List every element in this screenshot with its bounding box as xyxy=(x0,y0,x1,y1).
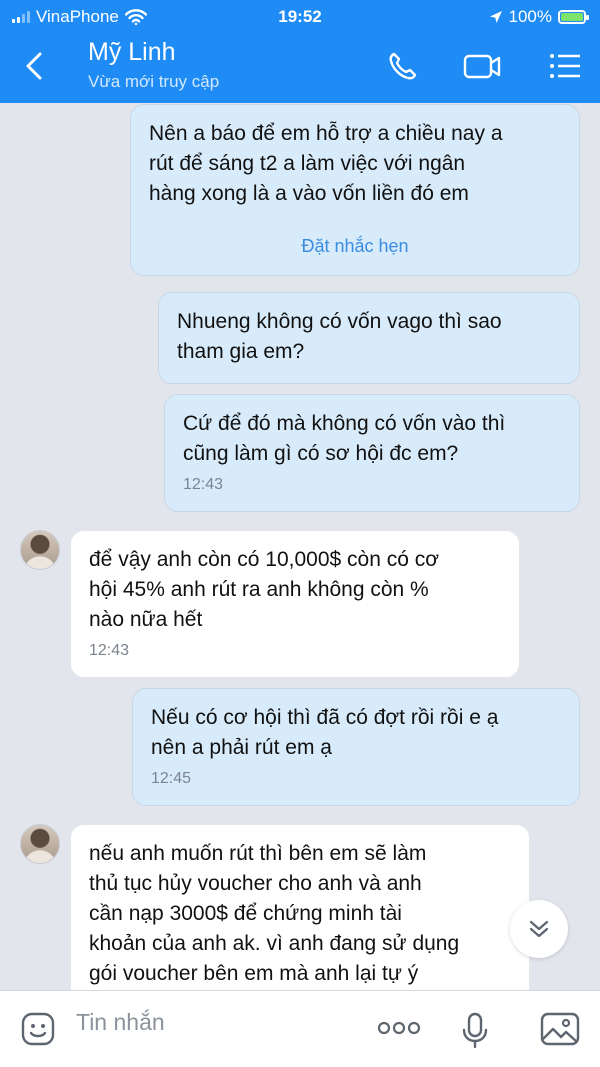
microphone-icon[interactable] xyxy=(460,1011,490,1051)
image-gallery-icon[interactable] xyxy=(540,1011,580,1047)
back-arrow-icon[interactable] xyxy=(18,48,54,84)
battery-level xyxy=(561,13,583,21)
message-timestamp: 12:45 xyxy=(151,770,192,787)
message-bubble-outgoing[interactable]: Cứ để đó mà không có vốn vào thì cũng là… xyxy=(164,394,580,512)
message-input[interactable]: Tin nhắn xyxy=(76,1009,165,1036)
video-call-icon[interactable] xyxy=(462,48,502,84)
avatar[interactable] xyxy=(20,530,60,570)
message-text: nếu anh muốn rút thì bên em sẽ làm thủ t… xyxy=(89,842,460,985)
message-text: Nhueng không có vốn vago thì sao tham gi… xyxy=(177,310,502,363)
battery-percent: 100% xyxy=(508,7,552,26)
message-text: Cứ để đó mà không có vốn vào thì cũng là… xyxy=(183,412,506,465)
message-timestamp: 12:43 xyxy=(89,642,130,659)
message-composer: Tin nhắn xyxy=(0,990,600,1067)
message-bubble-incoming[interactable]: để vậy anh còn có 10,000$ còn có cơ hội … xyxy=(70,530,520,678)
contact-status: Vừa mới truy cập xyxy=(88,72,220,91)
status-right: 100% xyxy=(489,7,589,27)
set-reminder-link[interactable]: Đặt nhắc hẹn xyxy=(149,235,561,257)
more-options-icon[interactable] xyxy=(376,1019,422,1037)
avatar[interactable] xyxy=(20,824,60,864)
double-chevron-down-icon xyxy=(529,920,549,938)
message-text: Nên a báo để em hỗ trợ a chiều nay a rút… xyxy=(149,122,503,205)
message-text: Nếu có cơ hội thì đã có đợt rồi rồi e ạ … xyxy=(151,706,499,759)
location-arrow-icon xyxy=(489,11,502,23)
sticker-emoji-icon[interactable] xyxy=(20,1011,56,1047)
chat-header: VinaPhone 19:52 100% Mỹ Linh Vừa mới tru… xyxy=(0,0,600,103)
message-bubble-incoming[interactable]: nếu anh muốn rút thì bên em sẽ làm thủ t… xyxy=(70,824,530,1014)
message-timestamp: 12:43 xyxy=(183,476,224,493)
contact-name[interactable]: Mỹ Linh xyxy=(88,38,176,67)
phone-call-icon[interactable] xyxy=(384,48,424,84)
message-bubble-outgoing[interactable]: Nhueng không có vốn vago thì sao tham gi… xyxy=(158,292,580,384)
scroll-to-bottom-button[interactable] xyxy=(510,900,568,958)
message-bubble-outgoing[interactable]: Nếu có cơ hội thì đã có đợt rồi rồi e ạ … xyxy=(132,688,580,806)
message-text: để vậy anh còn có 10,000$ còn có cơ hội … xyxy=(89,548,440,631)
message-bubble-outgoing[interactable]: Nên a báo để em hỗ trợ a chiều nay a rút… xyxy=(130,104,580,276)
status-bar: VinaPhone 19:52 100% xyxy=(0,0,600,34)
menu-list-icon[interactable] xyxy=(546,48,586,84)
battery-icon xyxy=(558,10,589,24)
